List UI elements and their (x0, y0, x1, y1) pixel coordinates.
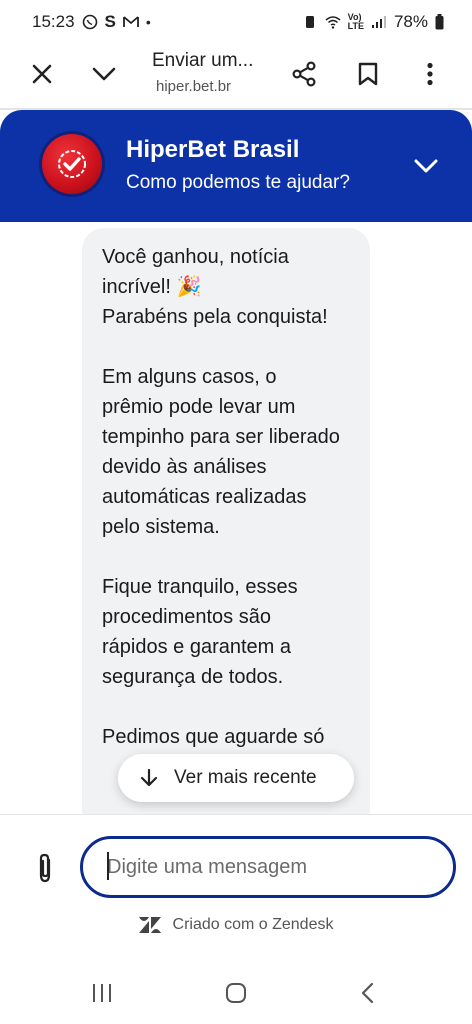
more-options-button[interactable] (408, 52, 452, 96)
chevron-down-icon (92, 67, 116, 81)
message-line: segurança de todos. (102, 666, 284, 688)
close-icon (32, 64, 52, 84)
message-line: Em alguns casos, o (102, 366, 277, 388)
brand-name: HiperBet Brasil (126, 136, 300, 163)
zendesk-credit-label: Criado com o Zendesk (172, 916, 334, 933)
scroll-to-latest-button[interactable]: Ver mais recente (118, 754, 354, 802)
collapse-chat-button[interactable] (408, 148, 444, 184)
recent-apps-icon (93, 984, 111, 1002)
paperclip-icon (39, 853, 51, 883)
zendesk-logo-icon (138, 917, 161, 933)
message-line: Parabéns pela conquista! (102, 306, 328, 328)
message-bubble: Você ganhou, notícia incrível! 🎉 Parabén… (82, 228, 370, 814)
volte-icon: Vo) LTE (347, 12, 364, 31)
back-icon (361, 982, 374, 1004)
status-dot-icon: • (145, 14, 151, 30)
message-paragraph: Fique tranquilo, esses procedimentos são… (102, 572, 350, 692)
message-line: Você ganhou, notícia (102, 246, 289, 268)
whatsapp-icon (82, 14, 97, 30)
scroll-to-latest-label: Ver mais recente (174, 767, 317, 788)
message-line: Pedimos que aguarde só (102, 726, 325, 748)
close-tab-button[interactable] (20, 52, 64, 96)
home-button[interactable] (212, 976, 260, 1010)
message-line: automáticas realizadas (102, 486, 307, 508)
message-line: prêmio pode levar um (102, 396, 296, 418)
message-line: pelo sistema. (102, 516, 220, 538)
message-line: Fique tranquilo, esses (102, 576, 298, 598)
gmail-icon (122, 16, 139, 27)
recent-apps-button[interactable] (78, 976, 126, 1010)
battery-percent: 78% (393, 12, 428, 31)
page-url: hiper.bet.br (156, 78, 232, 95)
message-line: procedimentos são (102, 606, 271, 628)
status-bar: 15:23 S • Vo) LTE 78% (0, 0, 472, 44)
zendesk-credit[interactable]: Criado com o Zendesk (0, 916, 472, 934)
message-paragraph: Você ganhou, notícia incrível! 🎉 Parabén… (102, 242, 350, 332)
composer-divider (0, 814, 472, 815)
message-line: incrível! 🎉 (102, 276, 202, 298)
message-input[interactable] (80, 836, 456, 898)
system-nav-bar (0, 962, 472, 1024)
message-paragraph: Em alguns casos, o prêmio pode levar um … (102, 362, 350, 542)
message-paragraph: Pedimos que aguarde só (102, 722, 350, 752)
chevron-down-icon (414, 159, 438, 173)
message-line: devido às análises (102, 456, 267, 478)
checkmark-badge-icon (58, 150, 86, 178)
home-icon (226, 983, 246, 1003)
bookmark-button[interactable] (346, 52, 390, 96)
text-caret (107, 852, 109, 880)
message-list[interactable]: Você ganhou, notícia incrível! 🎉 Parabén… (0, 222, 472, 814)
share-icon (292, 61, 316, 87)
page-title: Enviar um... (152, 50, 254, 71)
wifi-icon (325, 16, 341, 29)
arrow-down-icon (140, 768, 158, 787)
message-line: tempinho para ser liberado (102, 426, 340, 448)
browser-toolbar: Enviar um... hiper.bet.br (0, 44, 472, 108)
status-left: 15:23 S • (32, 12, 151, 32)
minimize-tab-button[interactable] (82, 52, 126, 96)
message-line: rápidos e garantem a (102, 636, 292, 658)
brand-avatar (42, 134, 102, 194)
brand-subtitle: Como podemos te ajudar? (126, 172, 350, 193)
chat-header: HiperBet Brasil Como podemos te ajudar? (0, 110, 472, 222)
status-right: Vo) LTE 78% (302, 12, 444, 32)
status-time: 15:23 (32, 12, 75, 31)
url-box[interactable]: Enviar um... hiper.bet.br (152, 50, 302, 95)
battery-saver-icon (305, 16, 314, 28)
share-button[interactable] (282, 52, 326, 96)
battery-icon (435, 14, 444, 30)
attach-file-button[interactable] (30, 848, 60, 888)
status-app-letter: S (104, 12, 116, 31)
more-vert-icon (427, 62, 433, 86)
back-button[interactable] (344, 976, 392, 1010)
bookmark-icon (358, 62, 378, 86)
signal-icon (371, 16, 386, 28)
